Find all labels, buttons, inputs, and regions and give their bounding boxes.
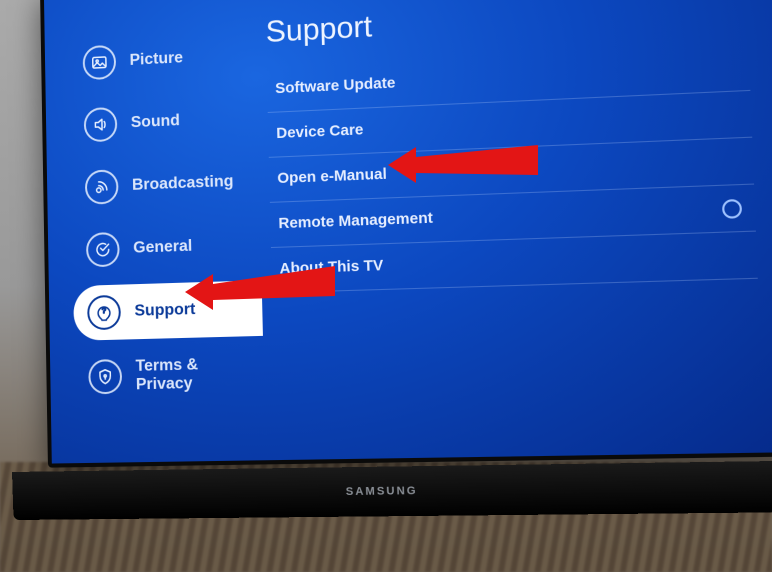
tv-screen: Picture Sound Broadcasting General (40, 0, 772, 468)
option-label: About This TV (279, 257, 383, 278)
option-label: Open e-Manual (277, 165, 387, 187)
broadcasting-icon (85, 169, 119, 205)
page-title: Support (265, 0, 747, 50)
sidebar-item-label: Support (134, 301, 195, 321)
sidebar-item-label: Picture (129, 49, 183, 70)
sidebar-item-support[interactable]: ? Support (73, 280, 263, 341)
sidebar-item-general[interactable]: General (72, 217, 261, 278)
sidebar-item-broadcasting[interactable]: Broadcasting (71, 153, 260, 215)
support-icon: ? (87, 295, 121, 331)
settings-sidebar: Picture Sound Broadcasting General (44, 0, 266, 464)
sidebar-item-picture[interactable]: Picture (69, 27, 257, 91)
sound-icon (84, 107, 118, 143)
brand-logo: SAMSUNG (346, 485, 418, 498)
toggle-icon[interactable] (722, 198, 742, 218)
option-label: Software Update (275, 74, 396, 97)
main-panel: Support Software Update Device Care Open… (255, 0, 772, 460)
sidebar-item-terms-privacy[interactable]: Terms & Privacy (74, 344, 264, 406)
option-label: Device Care (276, 121, 364, 142)
tv-bezel: SAMSUNG (12, 461, 772, 520)
option-label: Remote Management (278, 209, 433, 232)
sidebar-item-sound[interactable]: Sound (70, 90, 259, 153)
privacy-icon (88, 359, 122, 394)
picture-icon (83, 45, 117, 81)
svg-text:?: ? (102, 306, 106, 315)
sidebar-item-label: General (133, 237, 192, 257)
sidebar-item-label: Sound (131, 112, 180, 132)
sidebar-item-label: Terms & Privacy (135, 355, 250, 395)
general-icon (86, 232, 120, 268)
sidebar-item-label: Broadcasting (132, 173, 234, 195)
